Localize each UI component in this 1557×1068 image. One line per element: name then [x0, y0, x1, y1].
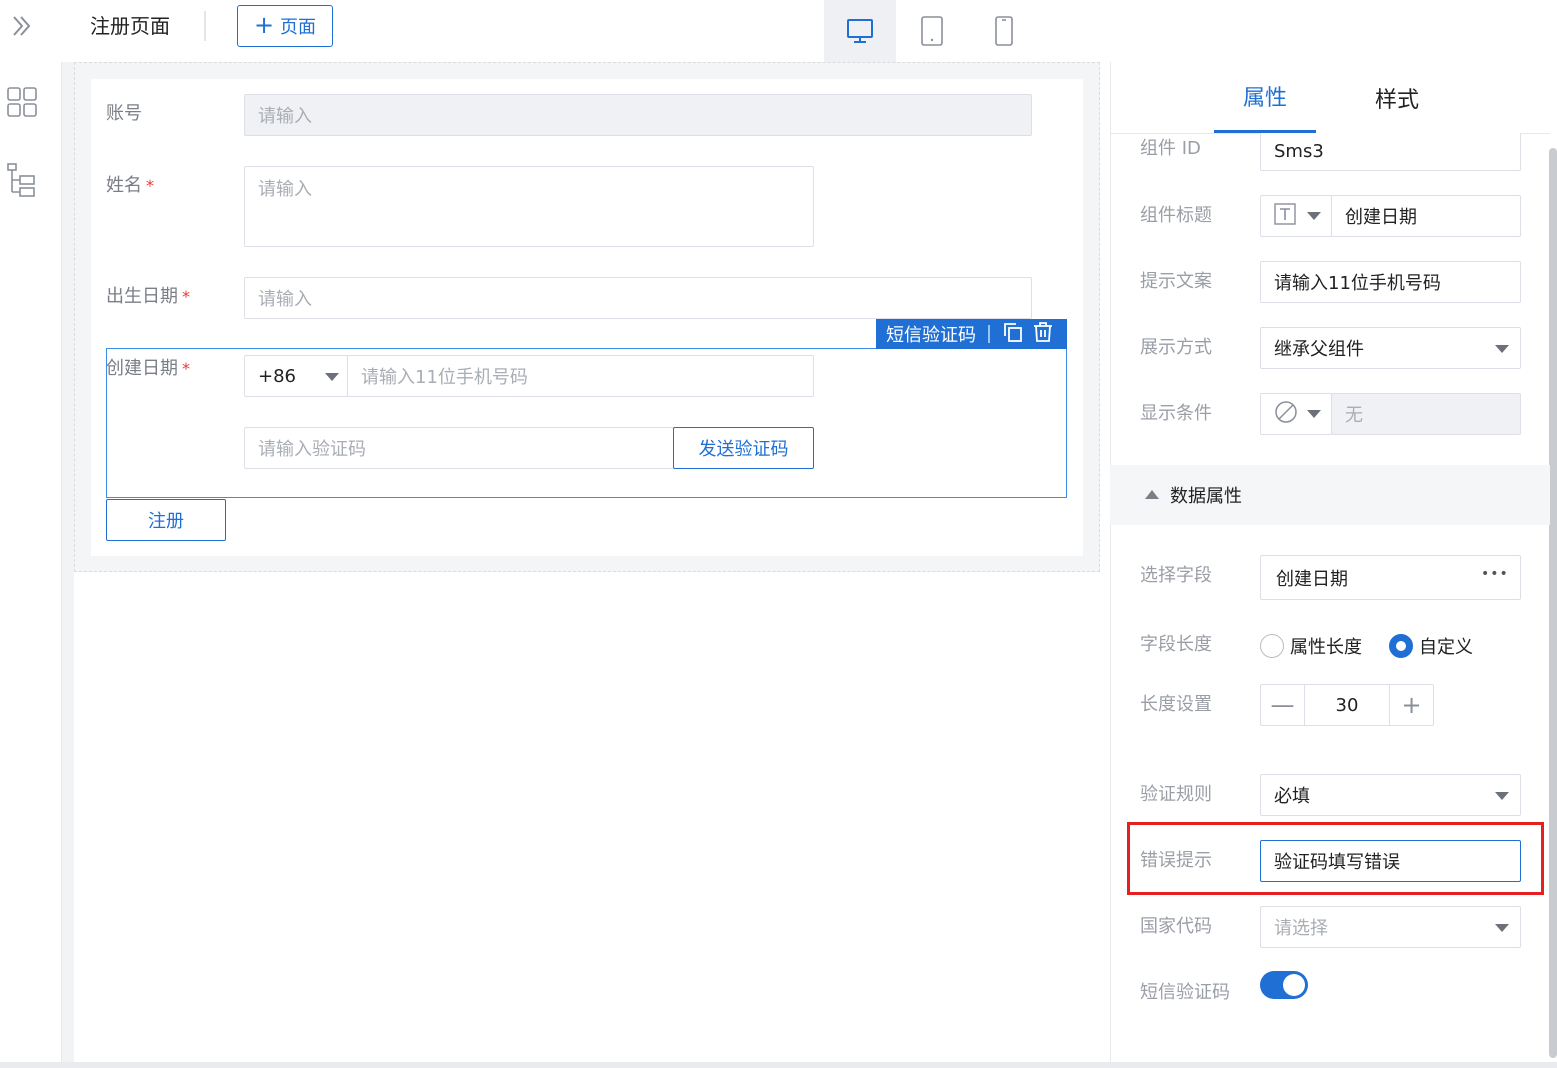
- chevron-down-icon: [1495, 345, 1509, 353]
- select-field-label: 选择字段: [1140, 565, 1212, 586]
- page-title: 注册页面: [90, 14, 170, 38]
- length-stepper: — 30 +: [1260, 684, 1434, 726]
- increment-button[interactable]: +: [1390, 685, 1433, 725]
- text-type-icon: [1273, 202, 1297, 231]
- birth-date-label: 出生日期 *: [106, 286, 190, 307]
- data-properties-title: 数据属性: [1170, 486, 1242, 507]
- add-page-button[interactable]: + 页面: [237, 5, 333, 47]
- length-setting-label: 长度设置: [1140, 694, 1212, 715]
- toolbar-divider: [988, 325, 990, 343]
- radio-custom-label: 自定义: [1419, 637, 1473, 658]
- chevron-down-icon: [1307, 212, 1321, 220]
- copy-icon[interactable]: [1002, 321, 1024, 348]
- validation-rule-label: 验证规则: [1140, 784, 1212, 805]
- display-condition-label: 显示条件: [1140, 403, 1212, 424]
- chevron-down-icon: [1307, 410, 1321, 418]
- highlight-annotation-box: [1127, 822, 1544, 895]
- create-date-label: 创建日期 *: [106, 358, 190, 379]
- expand-sidebar-icon[interactable]: [6, 10, 38, 42]
- components-icon[interactable]: [6, 86, 38, 118]
- radio-attribute-length[interactable]: [1260, 634, 1284, 658]
- add-page-label: 页面: [280, 17, 317, 38]
- account-label: 账号: [106, 103, 142, 124]
- tab-style[interactable]: 样式: [1346, 62, 1448, 133]
- title-divider: [204, 11, 206, 41]
- length-value-input[interactable]: 30: [1304, 685, 1390, 725]
- account-input[interactable]: 请输入: [244, 94, 1032, 136]
- bottom-scrollbar[interactable]: [0, 1062, 1557, 1068]
- mobile-icon: [995, 16, 1013, 46]
- name-label: 姓名 *: [106, 175, 154, 196]
- send-code-button[interactable]: 发送验证码: [673, 427, 814, 469]
- panel-scrollbar[interactable]: [1549, 148, 1557, 1058]
- condition-type-select[interactable]: [1260, 393, 1332, 435]
- register-button[interactable]: 注册: [106, 499, 226, 541]
- component-title-label: 组件标题: [1140, 205, 1212, 226]
- toggle-knob: [1283, 974, 1305, 996]
- country-code-dropdown[interactable]: 请选择: [1260, 906, 1521, 948]
- validation-rule-select[interactable]: 必填: [1260, 774, 1521, 816]
- hint-text-input[interactable]: 请输入11位手机号码: [1260, 261, 1521, 303]
- field-length-label: 字段长度: [1140, 634, 1212, 655]
- tablet-preview-button[interactable]: [896, 0, 968, 62]
- plus-icon: +: [253, 10, 275, 39]
- country-code-label: 国家代码: [1140, 916, 1212, 937]
- canvas-gutter: [62, 62, 74, 1062]
- component-id-label: 组件 ID: [1140, 138, 1201, 159]
- hint-text-label: 提示文案: [1140, 271, 1212, 292]
- desktop-icon: [847, 19, 873, 43]
- chevron-down-icon: [325, 373, 339, 381]
- more-icon[interactable]: •••: [1481, 566, 1509, 582]
- title-type-select[interactable]: [1260, 195, 1332, 237]
- tab-properties[interactable]: 属性: [1214, 62, 1316, 133]
- chevron-down-icon: [1495, 924, 1509, 932]
- decrement-button[interactable]: —: [1261, 685, 1304, 725]
- no-condition-icon: [1274, 400, 1298, 429]
- name-textarea[interactable]: 请输入: [244, 166, 814, 247]
- country-code-select[interactable]: +86: [244, 355, 348, 397]
- birth-date-input[interactable]: 请输入: [244, 277, 1032, 319]
- component-id-input[interactable]: Sms3: [1260, 133, 1521, 171]
- tablet-icon: [921, 16, 943, 46]
- sms-component-toolbar: 短信验证码: [876, 319, 1067, 349]
- mobile-preview-button[interactable]: [968, 0, 1040, 62]
- top-bar: [0, 0, 1557, 60]
- radio-custom[interactable]: [1389, 634, 1413, 658]
- collapse-arrow-icon[interactable]: [1145, 490, 1159, 499]
- outline-tree-icon[interactable]: [6, 162, 38, 198]
- radio-attribute-length-label: 属性长度: [1290, 637, 1362, 658]
- select-field-input[interactable]: 创建日期 •••: [1260, 555, 1521, 600]
- chevron-down-icon: [1495, 792, 1509, 800]
- left-rail: [0, 62, 62, 1068]
- component-title-input[interactable]: 创建日期: [1331, 195, 1521, 237]
- display-condition-input[interactable]: 无: [1331, 393, 1521, 435]
- display-mode-select[interactable]: 继承父组件: [1260, 327, 1521, 369]
- desktop-preview-button[interactable]: [824, 0, 896, 62]
- delete-icon[interactable]: [1032, 321, 1054, 348]
- phone-input[interactable]: 请输入11位手机号码: [347, 355, 814, 397]
- sms-component-tag-label: 短信验证码: [886, 325, 976, 346]
- sms-code-label: 短信验证码: [1140, 982, 1230, 1003]
- display-mode-label: 展示方式: [1140, 337, 1212, 358]
- verification-code-input[interactable]: 请输入验证码: [244, 427, 674, 469]
